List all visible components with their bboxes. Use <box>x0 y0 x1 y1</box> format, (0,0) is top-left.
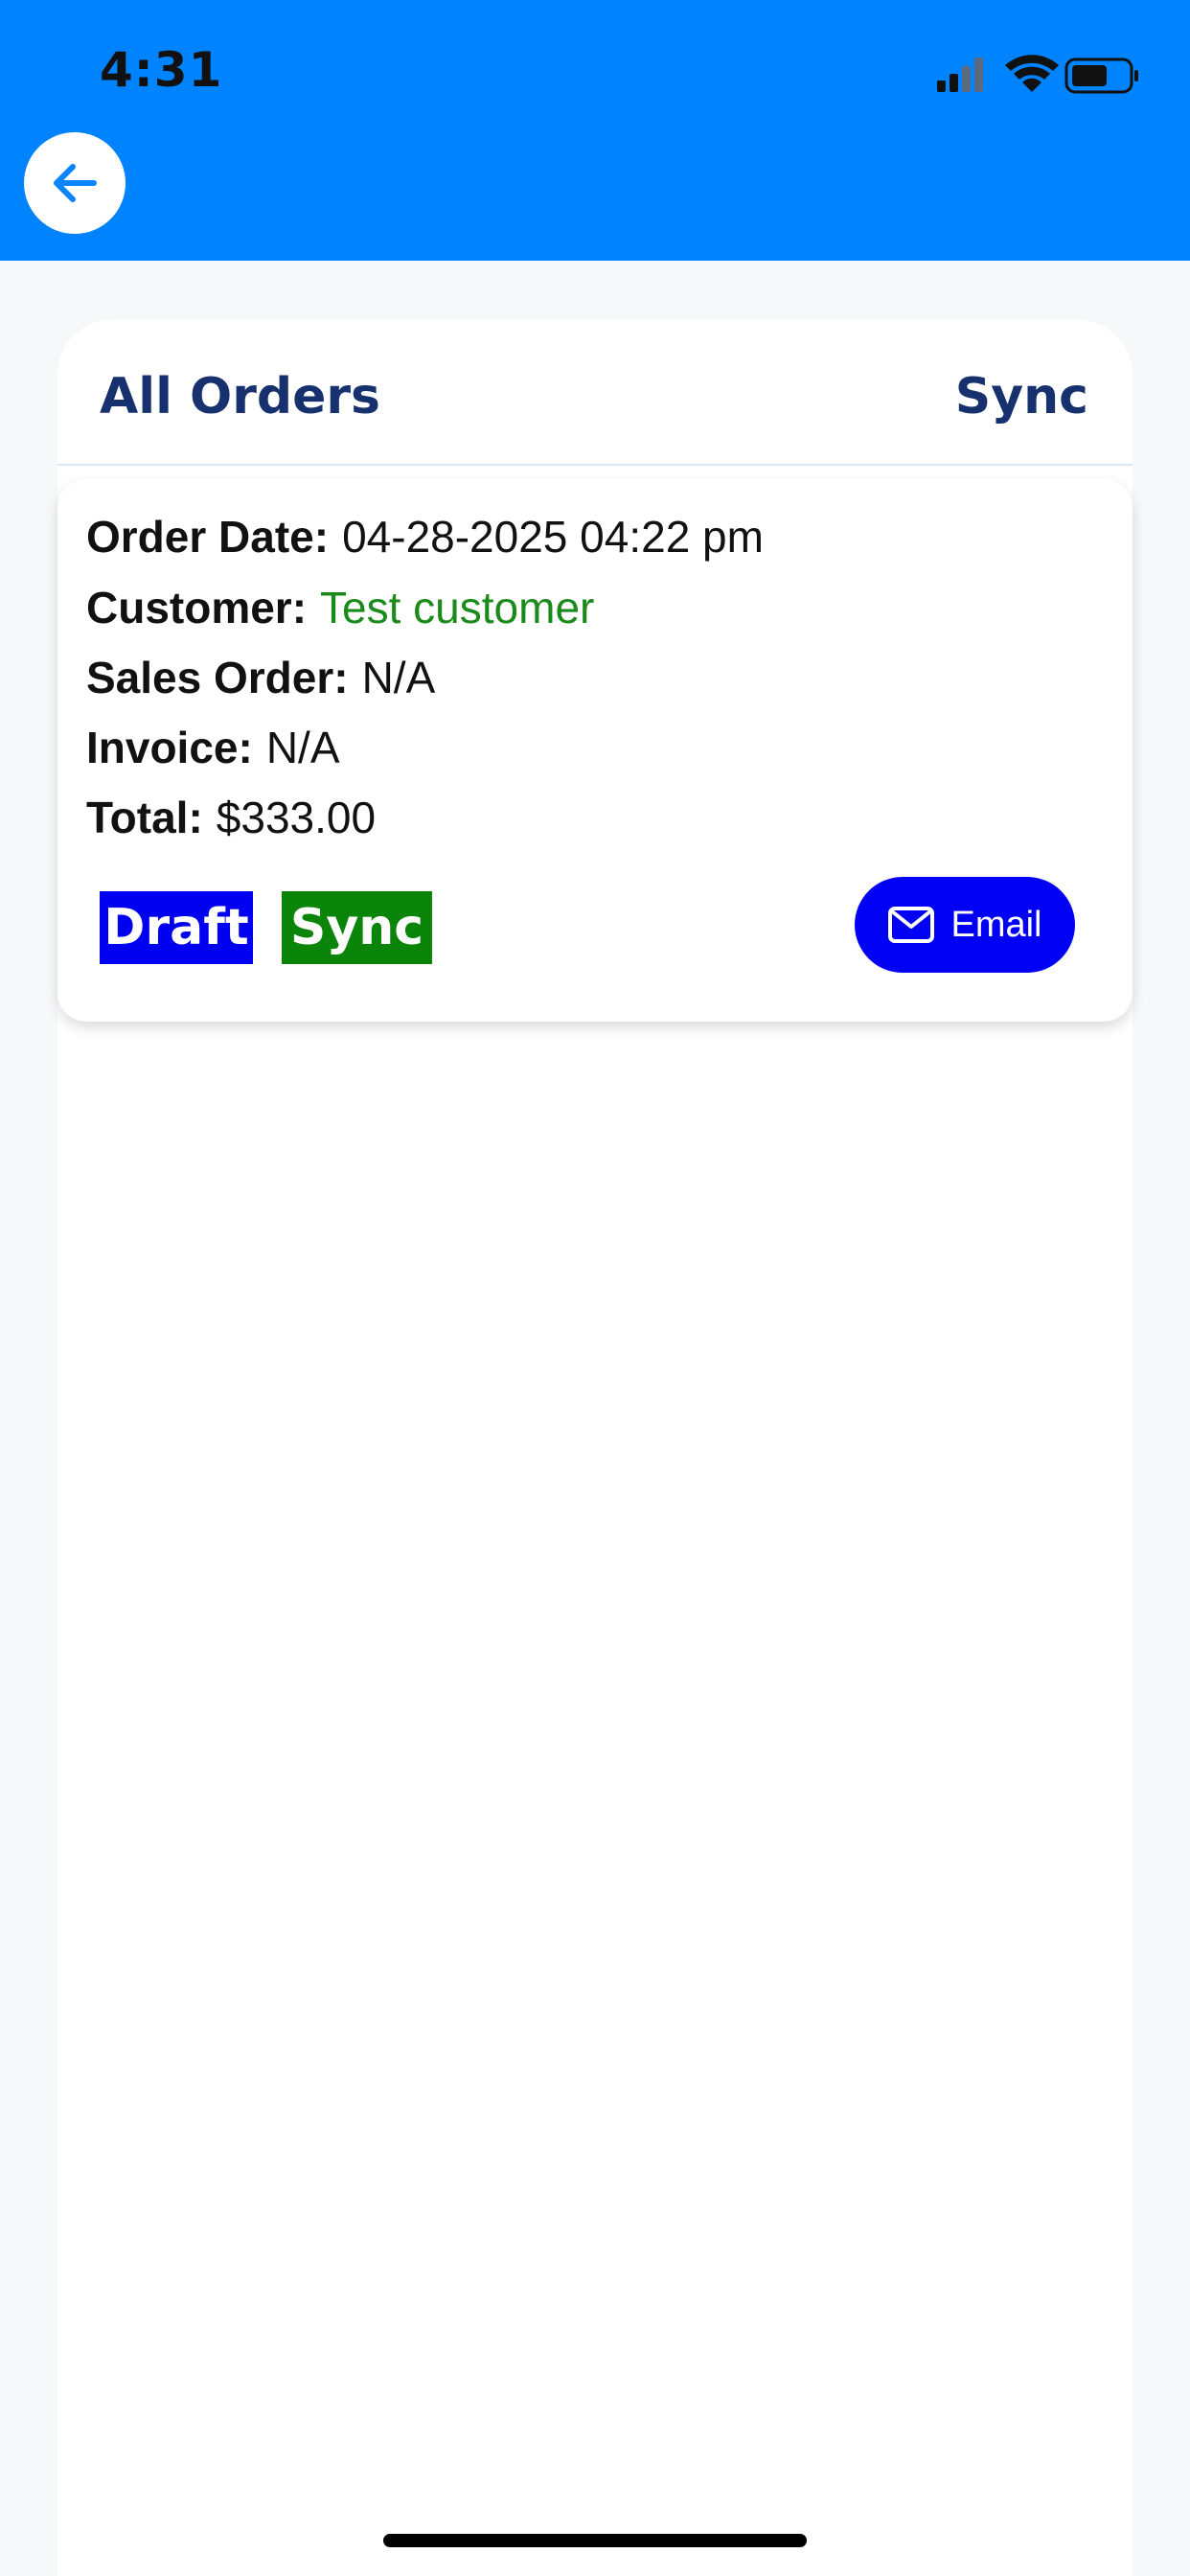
status-icons <box>937 55 1138 94</box>
invoice-label: Invoice: <box>86 723 253 772</box>
total-value: $333.00 <box>216 793 377 842</box>
draft-badge: Draft <box>100 891 253 964</box>
email-button[interactable]: Email <box>855 877 1075 973</box>
order-card[interactable]: Order Date: 04-28-2025 04:22 pm Customer:… <box>57 479 1133 1022</box>
sales-order-label: Sales Order: <box>86 653 349 702</box>
order-date-row: Order Date: 04-28-2025 04:22 pm <box>86 508 764 565</box>
sync-badge[interactable]: Sync <box>282 891 432 964</box>
invoice-row: Invoice: N/A <box>86 719 340 776</box>
divider <box>57 464 1133 466</box>
total-label: Total: <box>86 793 203 842</box>
battery-icon <box>1064 58 1138 94</box>
page-title: All Orders <box>100 368 380 426</box>
customer-value: Test customer <box>320 583 595 632</box>
arrow-left-icon <box>54 164 97 202</box>
back-button[interactable] <box>24 132 126 234</box>
total-row: Total: $333.00 <box>86 789 376 846</box>
customer-label: Customer: <box>86 583 308 632</box>
sync-all-button[interactable]: Sync <box>955 368 1088 426</box>
customer-row: Customer: Test customer <box>86 579 594 636</box>
sales-order-row: Sales Order: N/A <box>86 649 435 706</box>
mail-icon <box>888 907 935 943</box>
app-header: 4:31 <box>0 0 1190 261</box>
sales-order-value: N/A <box>361 653 436 702</box>
home-indicator <box>383 2534 807 2547</box>
wifi-icon <box>1005 55 1059 92</box>
cellular-signal-icon <box>937 58 983 92</box>
invoice-value: N/A <box>265 723 340 772</box>
status-time: 4:31 <box>100 42 223 98</box>
order-date-label: Order Date: <box>86 512 330 562</box>
email-label: Email <box>950 904 1042 945</box>
order-date-value: 04-28-2025 04:22 pm <box>342 512 764 562</box>
